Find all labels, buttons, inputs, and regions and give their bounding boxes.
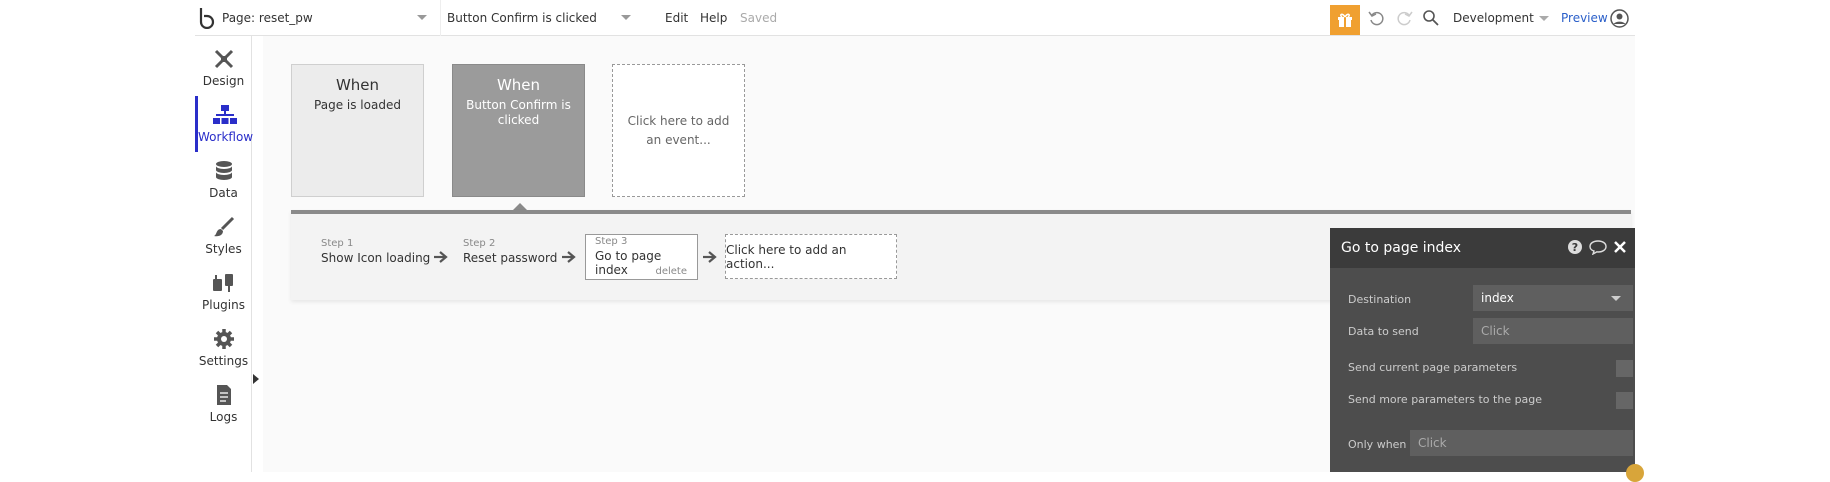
arrow-right-icon <box>434 251 448 263</box>
sidebar-item-workflow[interactable]: Workflow <box>195 96 254 152</box>
page-selector-label: Page: reset_pw <box>222 11 313 25</box>
step-name: Reset password <box>463 251 558 265</box>
panel-title: Go to page index <box>1341 240 1462 256</box>
environment-label: Development <box>1453 11 1534 25</box>
sidebar-item-plugins[interactable]: Plugins <box>195 264 252 320</box>
sidebar-item-design[interactable]: Design <box>195 40 252 96</box>
chevron-down-icon <box>1539 16 1549 21</box>
undo-icon[interactable] <box>1368 9 1386 27</box>
add-event-button[interactable]: Click here to add an event... <box>612 64 745 197</box>
data-to-send-field[interactable]: Click <box>1473 318 1633 344</box>
event-description: Button Confirm is clicked <box>466 98 571 127</box>
help-bubble-icon[interactable] <box>1626 464 1644 482</box>
app-root: Page: reset_pw Button Confirm is clicked… <box>0 0 1830 482</box>
workflow-icon <box>213 105 237 124</box>
svg-text:?: ? <box>1572 241 1578 254</box>
top-bar: Page: reset_pw Button Confirm is clicked… <box>195 0 1635 36</box>
document-icon <box>216 385 231 405</box>
send-more-params-label: Send more parameters to the page <box>1348 393 1543 406</box>
step-name: Show Icon loading <box>321 251 431 265</box>
redo-icon[interactable] <box>1395 9 1413 27</box>
step-reset-password[interactable]: Step 2 Reset password <box>463 238 557 284</box>
brush-icon <box>213 216 234 237</box>
close-icon[interactable] <box>1613 239 1627 255</box>
chevron-down-icon <box>621 15 631 20</box>
step-number: Step 1 <box>321 238 354 249</box>
event-when-label: When <box>335 76 380 94</box>
sidebar-item-label: Data <box>209 186 238 200</box>
help-icon[interactable]: ? <box>1567 239 1583 255</box>
sidebar-item-logs[interactable]: Logs <box>195 376 252 432</box>
expand-arrow-icon[interactable] <box>253 374 259 384</box>
selected-event-pointer <box>513 203 527 210</box>
event-card-page-loaded[interactable]: When Page is loaded <box>291 64 424 197</box>
bubble-logo-icon[interactable] <box>198 7 216 29</box>
sidebar-item-label: Workflow <box>198 130 254 144</box>
destination-label: Destination <box>1348 293 1412 306</box>
gift-icon <box>1338 13 1352 27</box>
event-card-button-confirm[interactable]: When Button Confirm is clicked <box>452 64 585 197</box>
arrow-right-icon <box>562 251 576 263</box>
step-number: Step 3 <box>595 236 628 247</box>
event-selector-label: Button Confirm is clicked <box>447 11 597 25</box>
left-sidebar: Design Workflow Data Styles Plugins Sett… <box>195 36 259 472</box>
plug-icon <box>212 274 233 292</box>
add-action-button[interactable]: Click here to add an action... <box>725 234 897 279</box>
sidebar-item-label: Styles <box>205 242 242 256</box>
only-when-label: Only when <box>1348 438 1407 451</box>
sidebar-item-label: Plugins <box>202 298 245 312</box>
saved-status: Saved <box>740 11 778 25</box>
event-description: Page is loaded <box>314 98 401 112</box>
send-current-params-label: Send current page parameters <box>1348 361 1518 374</box>
user-avatar-icon[interactable] <box>1610 9 1629 28</box>
sidebar-item-data[interactable]: Data <box>195 152 252 208</box>
panel-icons: ? <box>1567 239 1627 255</box>
step-show-icon-loading[interactable]: Step 1 Show Icon loading <box>321 238 430 284</box>
database-icon <box>215 161 232 180</box>
chevron-down-icon <box>1611 296 1621 301</box>
event-when-label: When <box>496 76 541 94</box>
preview-button[interactable]: Preview <box>1561 0 1608 36</box>
send-current-params-checkbox[interactable] <box>1616 360 1633 377</box>
sidebar-item-label: Logs <box>209 410 238 424</box>
gift-button[interactable] <box>1330 5 1360 35</box>
step-go-to-page-index[interactable]: Step 3 Go to page index delete <box>585 234 698 280</box>
help-menu[interactable]: Help <box>700 0 727 36</box>
panel-header[interactable]: Go to page index ? <box>1330 228 1635 268</box>
chevron-down-icon <box>417 15 427 20</box>
sidebar-item-settings[interactable]: Settings <box>195 320 252 376</box>
event-selector[interactable]: Button Confirm is clicked <box>440 0 631 36</box>
comment-icon[interactable] <box>1589 239 1607 255</box>
sidebar-item-label: Settings <box>198 354 249 368</box>
sidebar-item-label: Design <box>202 74 245 88</box>
destination-value: index <box>1481 291 1514 305</box>
edit-menu[interactable]: Edit <box>665 0 688 36</box>
gear-icon <box>213 329 234 349</box>
destination-dropdown[interactable]: index <box>1473 285 1633 311</box>
delete-step-link[interactable]: delete <box>655 266 687 277</box>
environment-selector[interactable]: Development <box>1453 0 1549 36</box>
search-icon[interactable] <box>1422 9 1440 27</box>
action-property-panel: Go to page index ? Destination index Dat <box>1330 228 1644 482</box>
sidebar-item-styles[interactable]: Styles <box>195 208 252 264</box>
design-icon <box>214 49 233 69</box>
data-to-send-label: Data to send <box>1348 325 1419 338</box>
send-more-params-checkbox[interactable] <box>1616 392 1633 409</box>
only-when-field[interactable]: Click <box>1410 430 1633 456</box>
arrow-right-icon <box>703 251 717 263</box>
page-selector[interactable]: Page: reset_pw <box>222 0 427 36</box>
step-number: Step 2 <box>463 238 496 249</box>
